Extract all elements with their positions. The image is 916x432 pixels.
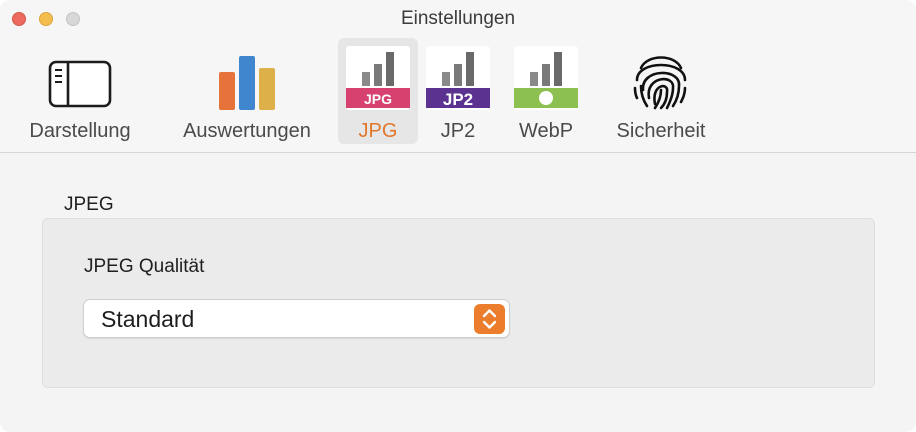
select-stepper-icon (474, 304, 505, 334)
section-title: JPEG (64, 194, 114, 215)
tab-sicherheit-label: Sicherheit (616, 120, 706, 142)
tab-jpg[interactable]: JPG JPG (338, 38, 418, 144)
tab-webp[interactable]: WebP (504, 38, 588, 144)
jp2-format-icon: JP2 (426, 46, 490, 110)
preferences-window: Einstellungen Darstellung Auswertungen J… (0, 0, 916, 432)
tab-jp2-label: JP2 (440, 120, 476, 142)
jpg-format-icon: JPG (346, 46, 410, 110)
tab-auswertungen-label: Auswertungen (183, 120, 311, 142)
bar-chart-icon (219, 56, 275, 110)
tab-webp-label: WebP (518, 120, 574, 142)
tab-darstellung-label: Darstellung (29, 120, 131, 142)
tab-auswertungen[interactable]: Auswertungen (166, 38, 328, 144)
tab-jpg-label: JPG (358, 120, 398, 142)
tab-sicherheit[interactable]: Sicherheit (600, 38, 722, 144)
svg-text:JP2: JP2 (443, 90, 473, 109)
tab-darstellung[interactable]: Darstellung (14, 38, 146, 144)
jpeg-quality-select[interactable]: Standard (83, 299, 510, 338)
jpeg-quality-value: Standard (101, 306, 195, 332)
webp-format-icon (514, 46, 578, 110)
fingerprint-icon (633, 56, 687, 110)
jpeg-quality-label: JPEG Qualität (84, 256, 205, 277)
sidebar-layout-icon (48, 60, 112, 108)
tab-jp2[interactable]: JP2 JP2 (418, 38, 498, 144)
svg-text:JPG: JPG (364, 91, 392, 107)
toolbar: Einstellungen Darstellung Auswertungen J… (0, 0, 916, 153)
window-title: Einstellungen (400, 8, 516, 29)
